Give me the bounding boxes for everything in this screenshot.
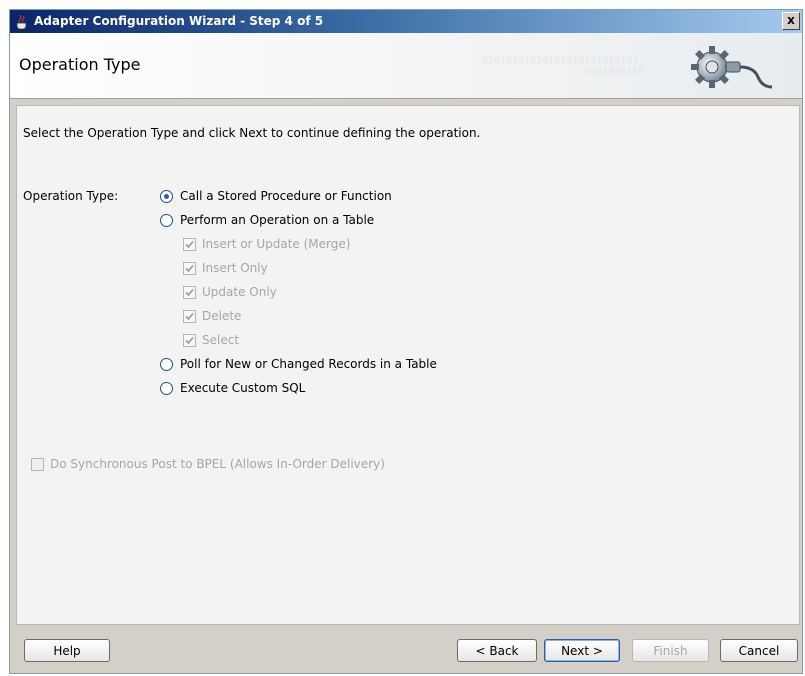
- page-title: Operation Type: [19, 55, 141, 74]
- help-button[interactable]: Help: [24, 639, 110, 662]
- finish-button: Finish: [632, 639, 709, 662]
- close-button[interactable]: x: [782, 12, 800, 30]
- operation-type-label: Operation Type:: [23, 189, 119, 203]
- checkmark-icon: [185, 312, 194, 321]
- checkbox: [183, 334, 196, 347]
- checkbox: [183, 310, 196, 323]
- checkbox: [183, 262, 196, 275]
- checkbox: [183, 238, 196, 251]
- checkbox: [183, 286, 196, 299]
- binary-decoration: 0101010110: [584, 66, 645, 77]
- gear-plug-icon: [691, 46, 773, 89]
- window-title: Adapter Configuration Wizard - Step 4 of…: [34, 14, 324, 28]
- radio-button[interactable]: [160, 382, 173, 395]
- java-cup-icon: [16, 14, 30, 30]
- title-bar[interactable]: Adapter Configuration Wizard - Step 4 of…: [10, 10, 802, 33]
- radio-button[interactable]: [160, 358, 173, 371]
- checkmark-icon: [185, 264, 194, 273]
- checkbox: [31, 458, 44, 471]
- content-panel: Select the Operation Type and click Next…: [16, 105, 800, 625]
- checkmark-icon: [185, 240, 194, 249]
- back-button[interactable]: < Back: [457, 639, 537, 662]
- checkmark-icon: [185, 288, 194, 297]
- instruction-text: Select the Operation Type and click Next…: [23, 126, 481, 140]
- wizard-header: Operation Type 0101010101010101010101010…: [10, 33, 802, 99]
- cancel-button[interactable]: Cancel: [720, 639, 798, 662]
- checkmark-icon: [185, 336, 194, 345]
- close-icon: x: [787, 13, 795, 27]
- next-button[interactable]: Next >: [544, 639, 620, 662]
- binary-decoration: 01010101010101010101010101: [482, 55, 639, 66]
- wizard-window: Adapter Configuration Wizard - Step 4 of…: [9, 9, 803, 674]
- radio-button[interactable]: [160, 190, 173, 203]
- radio-button[interactable]: [160, 214, 173, 227]
